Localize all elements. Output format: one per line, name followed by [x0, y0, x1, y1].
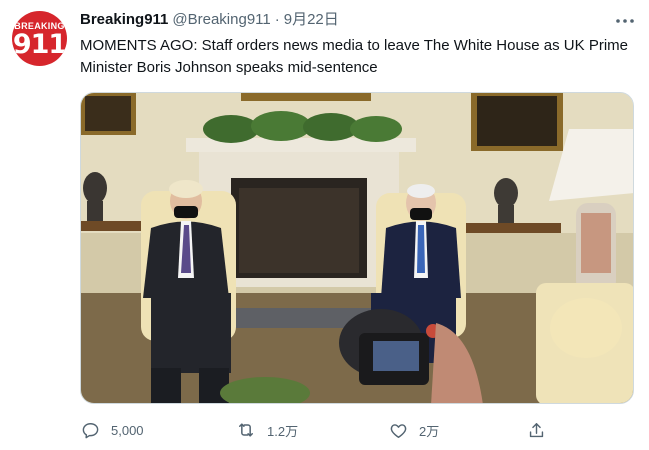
tweet-video[interactable]: [80, 92, 634, 404]
video-frame: [81, 93, 633, 403]
retweet-count: 1.2万: [267, 423, 299, 439]
share-button[interactable]: [526, 418, 546, 442]
retweet-icon: [236, 420, 256, 440]
retweet-button[interactable]: 1.2万: [236, 418, 298, 442]
more-icon: [616, 19, 634, 23]
more-button[interactable]: [614, 10, 636, 32]
share-icon: [526, 420, 546, 440]
reply-button[interactable]: 5,000: [80, 418, 144, 442]
tweet-date[interactable]: 9月22日: [284, 10, 339, 30]
like-count: 2万: [419, 423, 440, 439]
user-handle[interactable]: @Breaking911: [172, 10, 270, 30]
tweet-actions: 5,000 1.2万 2万: [80, 418, 560, 442]
tweet-header: Breaking911 @Breaking911 · 9月22日: [80, 10, 339, 30]
display-name[interactable]: Breaking911: [80, 10, 168, 30]
reply-icon: [80, 420, 100, 440]
header-separator: ·: [274, 11, 280, 28]
like-icon: [388, 420, 408, 440]
avatar[interactable]: BREAKING 911: [12, 11, 67, 66]
like-button[interactable]: 2万: [388, 418, 439, 442]
tweet-card: BREAKING 911 Breaking911 @Breaking911 · …: [0, 0, 649, 450]
tweet-text: MOMENTS AGO: Staff orders news media to …: [80, 37, 628, 76]
reply-count: 5,000: [111, 422, 144, 438]
avatar-text-big: 911: [12, 28, 67, 60]
